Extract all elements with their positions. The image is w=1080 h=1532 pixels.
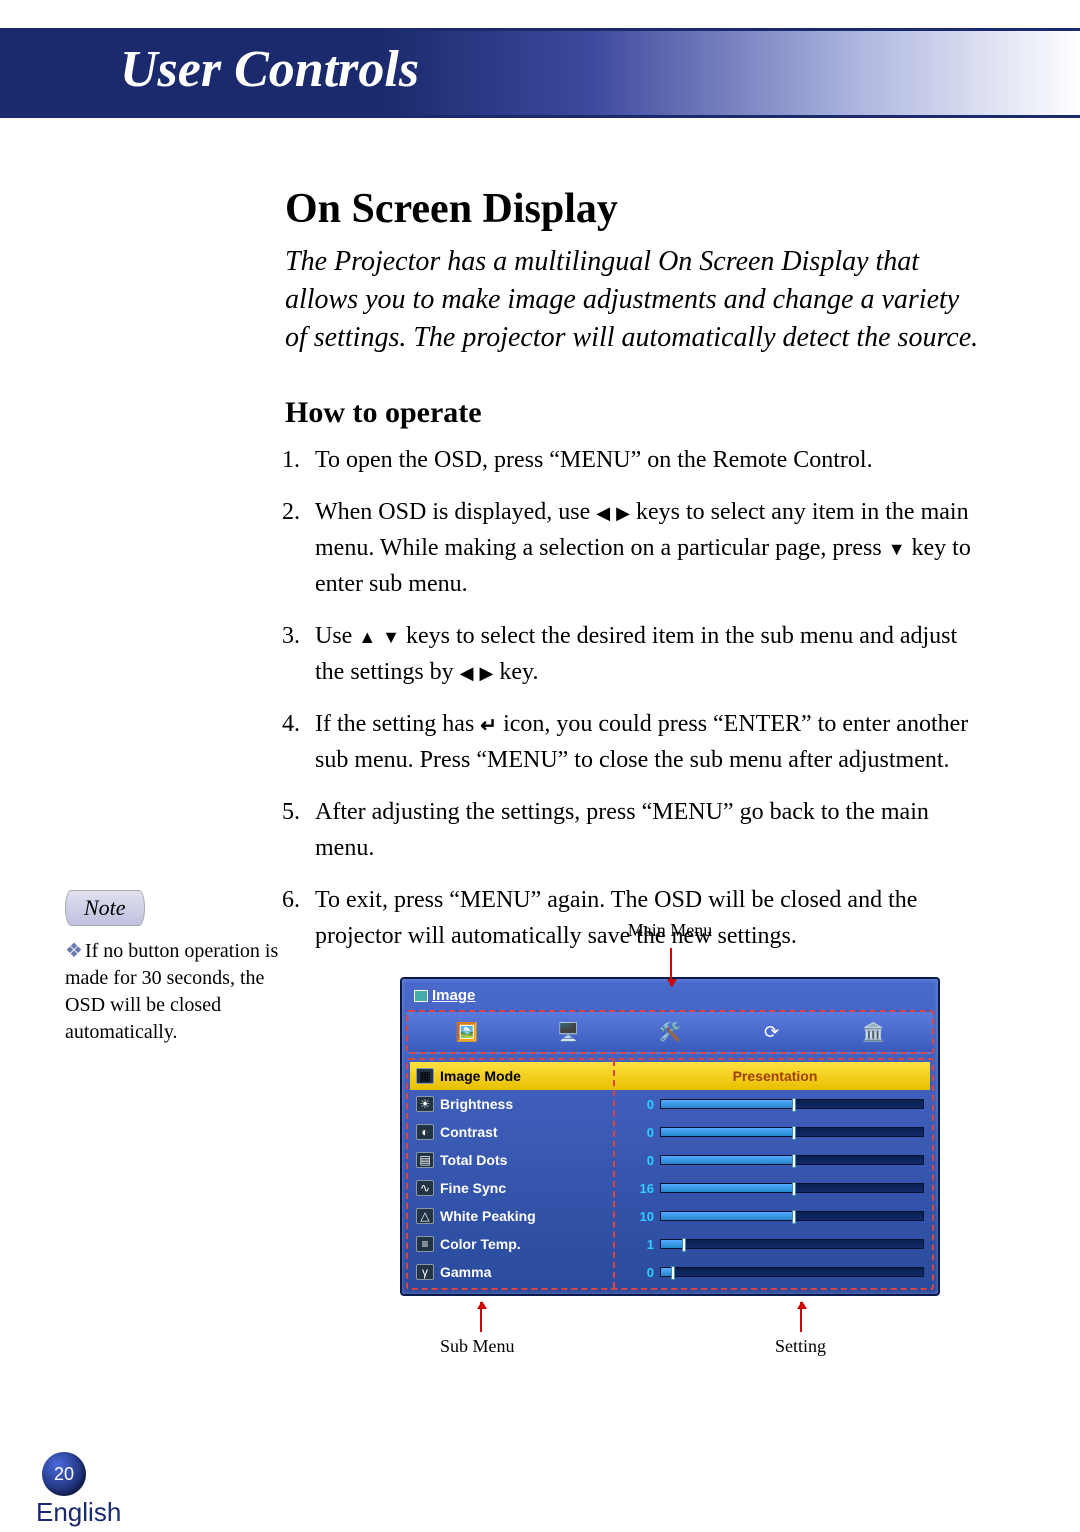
slider-bar [660,1183,924,1193]
enter-icon: ↵ [480,711,497,741]
fine-sync-icon: ∿ [416,1180,434,1196]
arrow-left-icon: ◀ [460,660,474,687]
content-area: On Screen Display The Projector has a mu… [285,185,980,970]
step-4: If the setting has ↵ icon, you could pre… [285,706,980,778]
sub-menu-caption: Sub Menu [440,1336,515,1357]
slider-bar [660,1239,924,1249]
osd-item-label: Fine Sync [440,1180,620,1196]
brightness-icon: ☀ [416,1096,434,1112]
slider-bar [660,1267,924,1277]
step-5-text: After adjusting the settings, press “MEN… [315,799,929,861]
section-subtitle: How to operate [285,396,980,430]
step-3-text-b: keys to select the desired item in the s… [315,623,957,685]
osd-item-label: Color Temp. [440,1236,620,1252]
osd-main-menu-row: 🖼️ 🖥️ 🛠️ ⟳ 🏛️ [406,1010,934,1054]
osd-item-value: Presentation [626,1068,924,1084]
diamond-bullet-icon: ❖ [65,940,83,962]
setting-pointer-icon [800,1302,802,1332]
arrow-right-icon: ▶ [616,500,630,527]
total-dots-icon: ▤ [416,1152,434,1168]
section-title: On Screen Display [285,185,980,233]
tab-image-icon: 🖼️ [453,1018,481,1046]
image-mode-icon: ▦ [416,1068,434,1084]
header-title: User Controls [120,40,419,99]
osd-item-value: 0 [626,1097,654,1112]
osd-item-label: Image Mode [440,1068,620,1084]
osd-item-value: 0 [626,1153,654,1168]
tab-display-icon: 🖥️ [554,1018,582,1046]
steps-list: To open the OSD, press “MENU” on the Rem… [285,442,980,954]
step-5: After adjusting the settings, press “MEN… [285,794,980,866]
osd-row-gamma: γ Gamma 0 [410,1258,930,1286]
step-4-text-a: If the setting has [315,711,480,737]
osd-item-label: Contrast [440,1124,620,1140]
slider-bar [660,1127,924,1137]
osd-item-value: 16 [626,1181,654,1196]
tab-info-icon: 🏛️ [859,1018,887,1046]
step-3-text-c: key. [499,659,538,685]
osd-row-brightness: ☀ Brightness 0 [410,1090,930,1118]
main-menu-caption: Main Menu [400,920,940,941]
osd-bottom-captions: Sub Menu Setting [400,1302,940,1362]
page-number: 20 [42,1452,86,1496]
sub-menu-pointer-icon [480,1302,482,1332]
sub-menu-divider [613,1060,615,1288]
osd-window: Image 🖼️ 🖥️ 🛠️ ⟳ 🏛️ ▦ Image Mode Present… [400,977,940,1296]
color-temp-icon: ≡ [416,1236,434,1252]
arrow-up-icon: ▲ [358,624,376,651]
osd-item-value: 0 [626,1265,654,1280]
arrow-left-icon: ◀ [596,500,610,527]
arrow-down-icon: ▼ [382,624,400,651]
osd-tab-title-text: Image [432,987,475,1004]
step-1-text: To open the OSD, press “MENU” on the Rem… [315,447,873,473]
step-1: To open the OSD, press “MENU” on the Rem… [285,442,980,478]
step-2: When OSD is displayed, use ◀ ▶ keys to s… [285,494,980,602]
osd-row-total-dots: ▤ Total Dots 0 [410,1146,930,1174]
step-3: Use ▲ ▼ keys to select the desired item … [285,618,980,690]
osd-row-contrast: ◐ Contrast 0 [410,1118,930,1146]
osd-row-fine-sync: ∿ Fine Sync 16 [410,1174,930,1202]
osd-item-value: 1 [626,1237,654,1252]
arrow-right-icon: ▶ [480,660,494,687]
slider-bar [660,1155,924,1165]
slider-bar [660,1099,924,1109]
section-intro: The Projector has a multilingual On Scre… [285,243,980,356]
step-3-text-a: Use [315,623,358,649]
note-text: ❖If no button operation is made for 30 s… [65,938,285,1046]
tab-options-icon: ⟳ [758,1018,786,1046]
osd-row-image-mode: ▦ Image Mode Presentation [410,1062,930,1090]
osd-item-value: 0 [626,1125,654,1140]
contrast-icon: ◐ [416,1124,434,1140]
tab-setup-icon: 🛠️ [656,1018,684,1046]
language-label: English [36,1497,121,1528]
osd-sub-menu: ▦ Image Mode Presentation ☀ Brightness 0… [406,1058,934,1290]
note-text-content: If no button operation is made for 30 se… [65,940,278,1043]
gamma-icon: γ [416,1264,434,1280]
osd-row-white-peaking: △ White Peaking 10 [410,1202,930,1230]
osd-item-value: 10 [626,1209,654,1224]
osd-item-label: Total Dots [440,1152,620,1168]
note-box: Note ❖If no button operation is made for… [65,890,285,1046]
arrow-down-icon: ▼ [888,536,906,563]
step-2-text-a: When OSD is displayed, use [315,499,596,525]
setting-caption: Setting [775,1336,826,1357]
main-menu-pointer-icon [670,948,672,986]
osd-item-label: Brightness [440,1096,620,1112]
osd-row-color-temp: ≡ Color Temp. 1 [410,1230,930,1258]
osd-figure: Main Menu Image 🖼️ 🖥️ 🛠️ ⟳ 🏛️ ▦ Image Mo… [400,920,940,1362]
image-tab-icon [414,990,428,1002]
slider-bar [660,1211,924,1221]
note-label: Note [65,890,145,926]
osd-item-label: White Peaking [440,1208,620,1224]
white-peaking-icon: △ [416,1208,434,1224]
osd-item-label: Gamma [440,1264,620,1280]
